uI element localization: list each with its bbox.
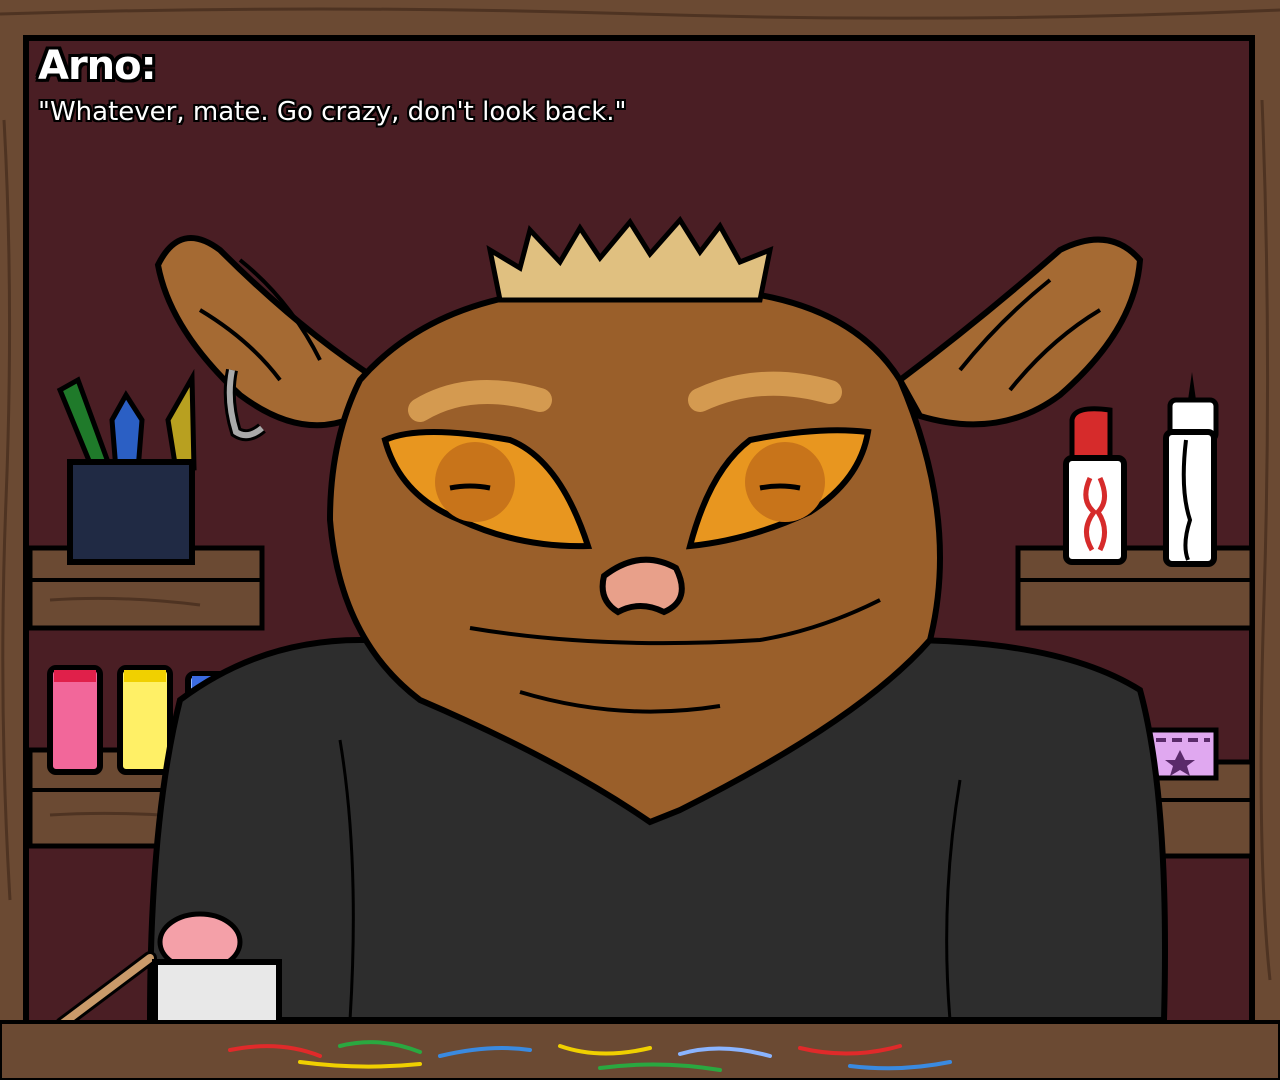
dialogue-line[interactable]: "Whatever, mate. Go crazy, don't look ba… — [38, 94, 938, 130]
speaker-name: Arno: — [38, 43, 157, 89]
pencil-cup — [56, 368, 197, 565]
dialogue-box: Arno: "Whatever, mate. Go crazy, don't l… — [38, 40, 938, 130]
desk — [0, 1020, 1280, 1080]
eyeliner-pen — [1163, 372, 1219, 567]
shelf-right-top — [1015, 545, 1255, 631]
game-scene — [0, 0, 1280, 1080]
nose — [599, 556, 685, 616]
